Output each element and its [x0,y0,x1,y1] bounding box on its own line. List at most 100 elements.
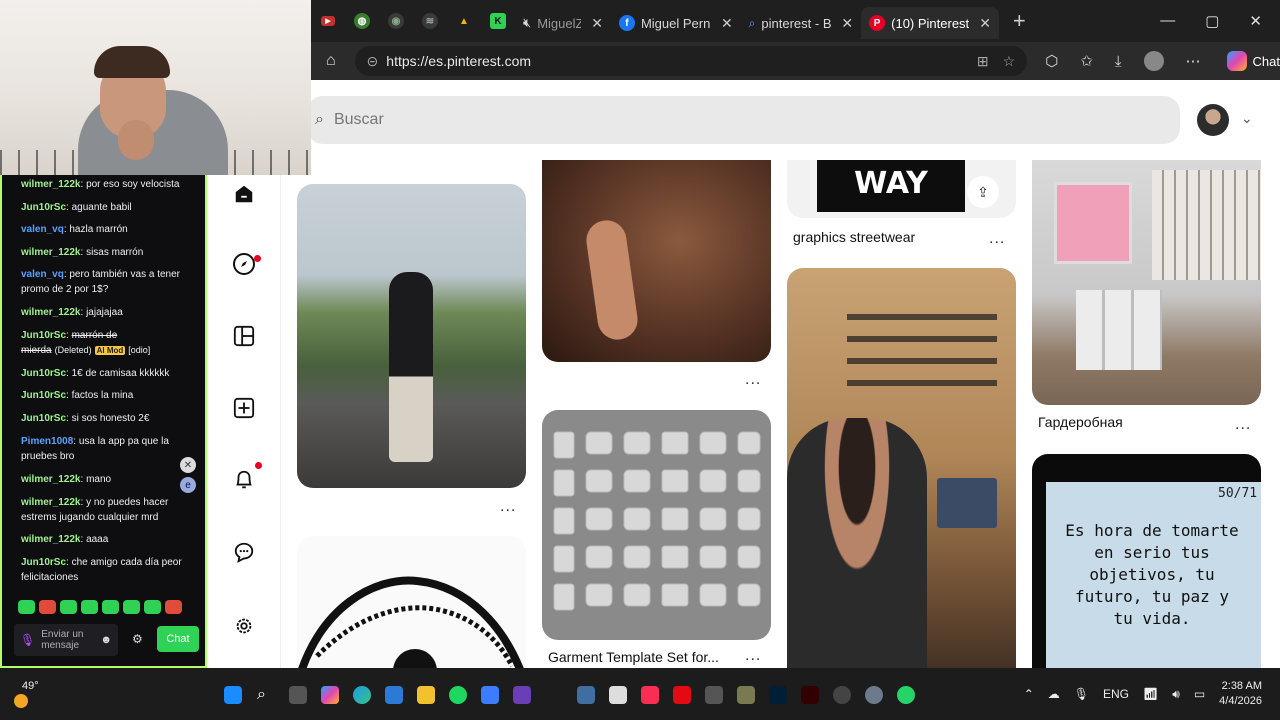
extensions-icon[interactable]: ⬡ [1045,52,1058,70]
pin-studio-setup[interactable] [787,268,1016,668]
remove-message-icon[interactable]: ✕ [180,457,196,473]
close-window-icon[interactable]: ✕ [1249,12,1262,30]
search-icon[interactable]: ⌕ [257,686,275,704]
music-icon[interactable] [641,686,659,704]
pin-garment-template[interactable] [542,410,771,640]
edge-icon[interactable] [353,686,371,704]
close-icon[interactable]: ✕ [591,15,603,32]
notifications-bell-icon[interactable] [230,466,258,494]
app-icon[interactable] [513,686,531,704]
chat-username[interactable]: valen_vq [21,269,64,280]
avatar[interactable] [1197,104,1229,136]
weather-widget[interactable]: 49° [14,680,39,708]
app-icon[interactable] [577,686,595,704]
calculator-icon[interactable] [705,686,723,704]
minimize-icon[interactable]: — [1160,12,1175,30]
pin-portrait-closeup[interactable] [542,160,771,362]
pin-more-options[interactable]: ... [1235,416,1251,434]
chat-username[interactable]: Jun10rSc [21,557,66,568]
windows-start-icon[interactable] [224,686,242,704]
globe-tab-icon[interactable]: ◍ [345,0,379,42]
edit-message-icon[interactable]: e [180,477,196,493]
home-icon[interactable]: ⌂ [311,52,351,70]
explore-compass-icon[interactable] [230,250,258,278]
chat-username[interactable]: Jun10rSc [21,390,66,401]
pin-wardrobe-room[interactable] [1032,160,1261,405]
tab-facebook[interactable]: f Miguel Pernía ✕ [611,7,741,39]
chat-username[interactable]: wilmer_122k [21,247,81,258]
settings-icon[interactable] [865,686,883,704]
copilot-button[interactable]: Chat [1226,51,1280,71]
emote-icon[interactable] [18,600,35,614]
emote-icon[interactable] [60,600,77,614]
file-explorer-icon[interactable] [417,686,435,704]
app-available-icon[interactable]: ⊞ [977,53,989,70]
chat-username[interactable]: Jun10rSc [21,413,66,424]
onedrive-icon[interactable]: ☁ [1048,687,1060,701]
chat-username[interactable]: wilmer_122k [21,534,81,545]
search-input[interactable]: ⌕ Buscar [307,96,1180,144]
pin-more-options[interactable]: ... [500,498,516,516]
drive-tab-icon[interactable]: ▲ [447,0,481,42]
home-nav-icon[interactable] [230,180,258,208]
url-field[interactable]: ⊝ https://es.pinterest.com ⊞ ☆ [354,46,1028,76]
emote-icon[interactable] [39,600,56,614]
profile-icon[interactable] [1143,51,1164,71]
close-icon[interactable]: ✕ [721,15,733,32]
microphone-icon[interactable]: 🎙︎ [20,633,35,647]
app-icon[interactable] [673,686,691,704]
pin-more-options[interactable]: ... [989,230,1005,248]
pin-sketch-eye[interactable] [297,536,526,668]
favorite-star-icon[interactable]: ☆ [1003,53,1016,70]
maximize-icon[interactable]: ▢ [1205,12,1219,30]
create-plus-icon[interactable] [230,394,258,422]
emoji-icon[interactable]: ☻ [100,634,112,646]
battery-icon[interactable]: ▭ [1194,687,1205,701]
clock[interactable]: 2:38 AM 4/4/2026 [1219,679,1262,709]
youtube-tab-icon[interactable]: ▶ [311,0,345,42]
tab-pinterest[interactable]: P (10) Pinterest ✕ [861,7,999,39]
close-icon[interactable]: ✕ [841,15,853,32]
copilot-taskbar-icon[interactable] [321,686,339,704]
chat-username[interactable]: valen_vq [21,224,64,235]
chat-username[interactable]: wilmer_122k [21,179,81,190]
chat-username[interactable]: wilmer_122k [21,497,81,508]
downloads-icon[interactable]: ⤓ [1115,53,1122,70]
more-menu-icon[interactable]: ⋯ [1186,52,1201,70]
chevron-up-icon[interactable]: ⌃ [1024,687,1034,701]
whatsapp-icon[interactable] [897,686,915,704]
emote-icon[interactable] [81,600,98,614]
whatsapp-tab-icon[interactable]: ◉ [379,0,413,42]
app-icon[interactable] [833,686,851,704]
pin-more-options[interactable]: ... [745,371,761,389]
chat-username[interactable]: Jun10rSc [21,202,66,213]
emote-icon[interactable] [102,600,119,614]
vpn-shield-icon[interactable] [481,686,499,704]
illustrator-icon[interactable] [801,686,819,704]
language-indicator[interactable]: ENG [1103,687,1129,701]
chevron-down-icon[interactable]: ⌄ [1241,110,1253,127]
app-icon[interactable] [737,686,755,704]
chat-username[interactable]: Pimen1008 [21,436,73,447]
spotify-icon[interactable] [449,686,467,704]
boards-icon[interactable] [230,322,258,350]
pin-graphics-streetwear[interactable]: WAY ⇪ [787,160,1016,218]
messages-icon[interactable] [230,538,258,566]
chat-username[interactable]: Jun10rSc [21,330,66,341]
emote-icon[interactable] [165,600,182,614]
chat-send-button[interactable]: Chat [157,626,199,652]
volume-icon[interactable]: 🔊︎ [1172,687,1180,702]
new-tab-icon[interactable]: + [1013,8,1026,34]
photoshop-icon[interactable] [769,686,787,704]
settings-gear-icon[interactable] [230,612,258,640]
share-button[interactable]: ⇪ [967,176,999,208]
emote-icon[interactable] [123,600,140,614]
close-icon[interactable]: ✕ [979,15,991,32]
tab-miguelz[interactable]: 🔇︎ MiguelZ ✕ [515,7,611,39]
wifi-icon[interactable]: 📶︎ [1143,687,1158,701]
pin-more-options[interactable]: ... [745,647,761,665]
chat-username[interactable]: wilmer_122k [21,474,81,485]
chat-username[interactable]: wilmer_122k [21,307,81,318]
pin-football-player[interactable] [297,184,526,488]
task-view-icon[interactable] [289,686,307,704]
